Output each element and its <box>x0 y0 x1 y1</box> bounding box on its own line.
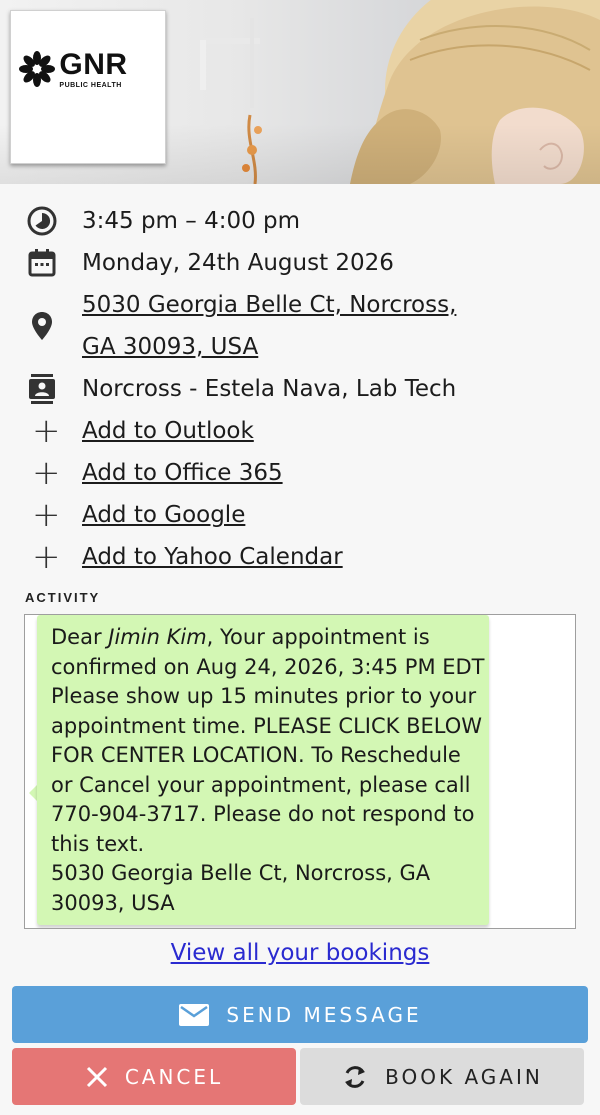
location-pin-icon <box>26 310 58 342</box>
calendar-icon <box>26 247 58 279</box>
book-again-label: BOOK AGAIN <box>385 1064 543 1089</box>
view-all-bookings-row: View all your bookings <box>0 940 600 966</box>
send-message-label: SEND MESSAGE <box>226 1002 422 1027</box>
add-to-google-link[interactable]: Add to Google <box>82 494 245 536</box>
appointment-date: Monday, 24th August 2026 <box>82 250 394 276</box>
book-again-button[interactable]: BOOK AGAIN <box>300 1048 584 1105</box>
logo: GNR PUBLIC HEALTH <box>13 13 133 125</box>
refresh-icon <box>341 1063 369 1091</box>
header-banner: GNR PUBLIC HEALTH <box>0 0 600 184</box>
message-bubble-tail <box>29 785 37 801</box>
logo-card: GNR PUBLIC HEALTH <box>10 10 166 164</box>
contact-card-icon <box>26 373 58 405</box>
plus-icon: + <box>32 411 61 451</box>
date-row: Monday, 24th August 2026 <box>0 242 600 284</box>
add-to-outlook-link[interactable]: Add to Outlook <box>82 410 254 452</box>
plus-icon: + <box>32 495 61 535</box>
logo-brand: GNR <box>59 47 128 81</box>
logo-subtitle: PUBLIC HEALTH <box>59 81 122 89</box>
activity-panel[interactable]: Dear Jimin Kim, Your appointment is conf… <box>24 614 576 929</box>
address-link-line1[interactable]: 5030 Georgia Belle Ct, Norcross, <box>82 284 456 326</box>
logo-flower-icon <box>19 51 56 87</box>
plus-icon: + <box>32 453 61 493</box>
calendar-link-yahoo[interactable]: + Add to Yahoo Calendar <box>0 536 600 578</box>
time-row: 3:45 pm – 4:00 pm <box>0 200 600 242</box>
add-to-yahoo-link[interactable]: Add to Yahoo Calendar <box>82 536 343 578</box>
cancel-button[interactable]: CANCEL <box>12 1048 296 1105</box>
message-body: , Your appointment is confirmed on Aug 2… <box>51 625 485 856</box>
cancel-label: CANCEL <box>124 1064 224 1089</box>
message-bubble: Dear Jimin Kim, Your appointment is conf… <box>37 615 489 925</box>
send-message-button[interactable]: SEND MESSAGE <box>12 986 588 1043</box>
view-all-bookings-link[interactable]: View all your bookings <box>171 940 430 966</box>
address-link-line2[interactable]: GA 30093, USA <box>82 326 258 368</box>
provider-name: Norcross - Estela Nava, Lab Tech <box>82 376 457 402</box>
calendar-link-google[interactable]: + Add to Google <box>0 494 600 536</box>
calendar-link-office365[interactable]: + Add to Office 365 <box>0 452 600 494</box>
activity-heading: ACTIVITY <box>25 590 101 605</box>
envelope-icon <box>178 1003 210 1027</box>
message-recipient-name: Jimin Kim <box>108 625 207 649</box>
message-address: 5030 Georgia Belle Ct, Norcross, GA 3009… <box>51 861 431 915</box>
message-text: Dear Jimin Kim, Your appointment is conf… <box>51 623 487 918</box>
location-row[interactable]: 5030 Georgia Belle Ct, Norcross, GA 3009… <box>0 284 600 368</box>
provider-row: Norcross - Estela Nava, Lab Tech <box>0 368 600 410</box>
plus-icon: + <box>32 537 61 577</box>
appointment-time: 3:45 pm – 4:00 pm <box>82 208 301 234</box>
close-icon <box>85 1065 109 1089</box>
message-greeting: Dear <box>51 625 109 649</box>
add-to-office365-link[interactable]: Add to Office 365 <box>82 452 283 494</box>
clock-icon <box>26 205 58 237</box>
calendar-link-outlook[interactable]: + Add to Outlook <box>0 410 600 452</box>
